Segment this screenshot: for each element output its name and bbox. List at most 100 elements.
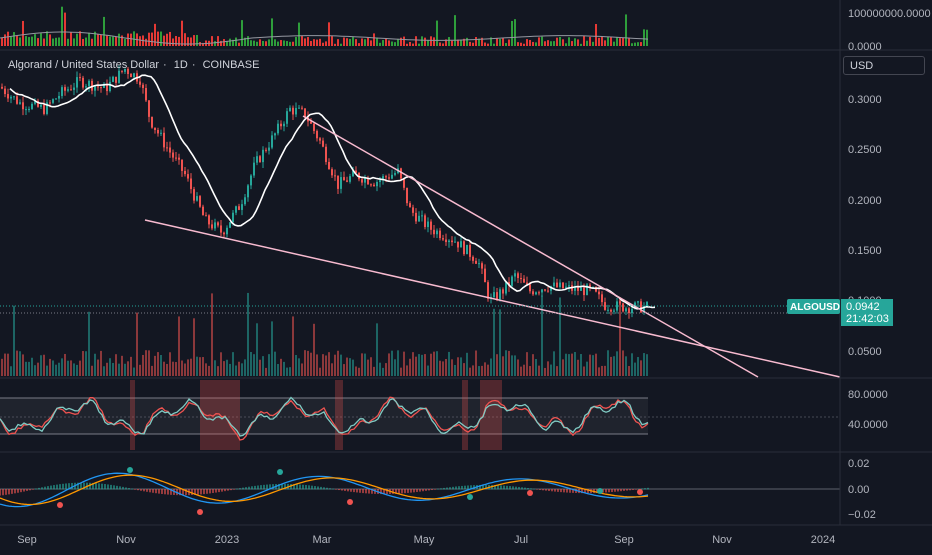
- top-volume-bar: [577, 39, 579, 46]
- top-volume-bar: [460, 39, 462, 46]
- volume-bar: [637, 357, 639, 376]
- top-volume-pane: [0, 6, 649, 47]
- volume-bar: [271, 321, 273, 376]
- candle-body: [433, 229, 435, 235]
- top-volume-bar: [520, 42, 522, 46]
- macd-histogram-bar: [563, 489, 565, 493]
- candle-body: [388, 177, 390, 179]
- macd-histogram-bar: [104, 484, 106, 490]
- macd-histogram-bar: [221, 489, 223, 492]
- candle-body: [373, 184, 375, 187]
- time-axis-label: Nov: [712, 534, 732, 546]
- top-volume-bar: [346, 38, 348, 46]
- candle-body: [502, 289, 504, 294]
- macd-histogram-bar: [443, 487, 445, 490]
- candle-body: [187, 174, 189, 179]
- price-axis-tick: 0.1500: [848, 245, 882, 257]
- candle-body: [415, 212, 417, 222]
- candle-body: [328, 161, 330, 170]
- top-volume-bar: [574, 38, 576, 46]
- macd-histogram-bar: [47, 486, 49, 490]
- macd-histogram-bar: [446, 487, 448, 490]
- macd-cross-dot: [197, 509, 203, 515]
- volume-bar: [439, 360, 441, 376]
- candle-body: [616, 301, 618, 311]
- candle-body: [538, 292, 540, 294]
- volume-bar: [52, 360, 54, 376]
- symbol-legend[interactable]: Algorand / United States Dollar · 1D · COI…: [8, 59, 263, 71]
- candle-body: [439, 230, 441, 239]
- volume-bar: [109, 358, 111, 376]
- macd-histogram-bar: [635, 489, 637, 490]
- top-volume-bar: [634, 42, 636, 46]
- volume-bar: [127, 361, 129, 376]
- candle-body: [160, 132, 162, 134]
- volume-bar: [514, 355, 516, 376]
- macd-histogram-bar: [368, 489, 370, 494]
- macd-histogram-bar: [611, 489, 613, 493]
- oscillator-axis-tick: 40.0000: [848, 419, 888, 431]
- candle-body: [55, 98, 57, 100]
- macd-histogram-bar: [509, 486, 511, 490]
- top-volume-bar: [439, 42, 441, 46]
- candle-body: [85, 86, 87, 88]
- macd-histogram-bar: [56, 484, 58, 490]
- volume-bar: [301, 363, 303, 376]
- macd-cross-dot: [277, 469, 283, 475]
- volume-bar: [391, 350, 393, 376]
- top-volume-bar: [145, 38, 147, 46]
- volume-bar: [220, 352, 222, 376]
- candle-body: [202, 206, 204, 216]
- volume-bar: [346, 357, 348, 376]
- price-pane: [0, 65, 841, 378]
- currency-button[interactable]: USD: [843, 56, 925, 75]
- top-volume-bar: [19, 37, 21, 46]
- volume-bar: [187, 359, 189, 376]
- macd-cross-dot: [467, 494, 473, 500]
- top-volume-bar: [7, 31, 9, 46]
- top-volume-bar: [340, 43, 342, 46]
- candle-body: [88, 80, 90, 87]
- candle-body: [370, 184, 372, 186]
- chart-canvas[interactable]: 0.30000.25000.20000.15000.10000.05001000…: [0, 0, 932, 550]
- candle-body: [190, 178, 192, 190]
- volume-bar: [382, 367, 384, 376]
- volume-bar: [493, 308, 495, 376]
- volume-bar: [154, 355, 156, 376]
- candle-body: [193, 189, 195, 201]
- top-volume-bar: [427, 40, 429, 46]
- macd-histogram-bar: [122, 486, 124, 490]
- volume-bar: [310, 352, 312, 376]
- macd-histogram-bar: [365, 489, 367, 494]
- top-volume-bar: [130, 33, 132, 46]
- top-volume-bar: [589, 36, 591, 46]
- macd-histogram-bar: [14, 489, 16, 494]
- macd-histogram-bar: [62, 483, 64, 490]
- volume-bar: [103, 366, 105, 376]
- macd-histogram-bar: [227, 489, 229, 491]
- volume-bar: [184, 363, 186, 376]
- macd-histogram-bar: [149, 489, 151, 493]
- volume-bar: [250, 351, 252, 376]
- macd-histogram-bar: [101, 483, 103, 490]
- candle-body: [10, 96, 12, 99]
- chart-svg[interactable]: 0.30000.25000.20000.15000.10000.05001000…: [0, 0, 932, 550]
- volume-bar: [40, 355, 42, 376]
- top-volume-bar: [487, 43, 489, 46]
- top-volume-bar: [46, 31, 48, 46]
- top-volume-bar: [526, 39, 528, 46]
- top-volume-bar: [472, 42, 474, 46]
- volume-bar: [568, 354, 570, 376]
- candle-body: [598, 291, 600, 295]
- candle-body: [544, 289, 546, 291]
- candle-body: [319, 138, 321, 141]
- candle-body: [379, 180, 381, 183]
- top-volume-bar: [274, 39, 276, 46]
- volume-bar: [358, 367, 360, 376]
- top-volume-bar: [139, 36, 141, 46]
- time-axis-label: Mar: [313, 534, 332, 546]
- candle-body: [259, 156, 261, 163]
- volume-bar: [520, 366, 522, 376]
- macd-histogram-bar: [206, 489, 208, 494]
- candle-body: [52, 99, 54, 103]
